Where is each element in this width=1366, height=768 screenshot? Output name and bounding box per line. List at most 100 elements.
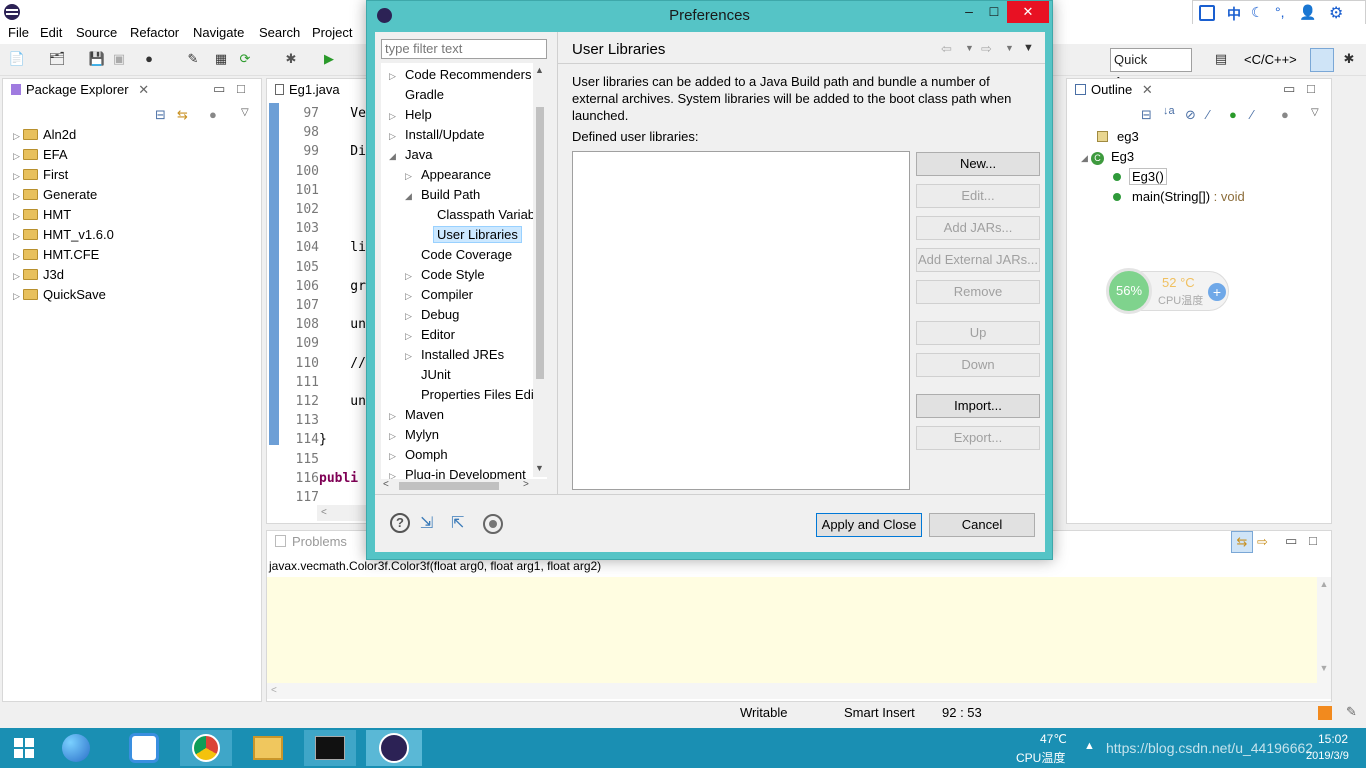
horizontal-scrollbar[interactable]: < [267,683,1331,699]
add-jars-button[interactable]: Add JARs... [916,216,1040,240]
code-line[interactable]: } [319,432,327,447]
menu-file[interactable]: File [4,24,33,44]
expand-icon[interactable]: ▷ [389,406,401,426]
preference-node[interactable]: JUnit [405,365,455,385]
preference-node[interactable]: ▷ Editor [405,325,459,345]
project-item[interactable]: ▷ HMT_v1.6.0 [13,225,114,245]
scroll-thumb[interactable] [536,107,544,379]
code-line[interactable]: // [319,356,366,371]
cancel-button[interactable]: Cancel [929,513,1035,537]
preference-node[interactable]: ▷ Appearance [405,165,495,185]
expand-icon[interactable]: ▷ [389,66,401,86]
export-icon[interactable]: ⇨ [1257,534,1268,550]
perspective-java-icon[interactable] [1310,48,1334,72]
preference-node[interactable]: ▷ Help [389,105,436,125]
preference-node[interactable]: Code Coverage [405,245,516,265]
code-line[interactable]: publi [319,471,358,486]
outline-item-constructor[interactable]: Eg3() [1113,167,1167,187]
apply-and-close-button[interactable]: Apply and Close [816,513,922,537]
record-icon[interactable] [483,514,503,534]
add-external-jars-button[interactable]: Add External JARs... [916,248,1040,272]
assistant-app-icon[interactable] [52,730,100,766]
expand-icon[interactable]: ▷ [389,106,401,126]
debug-icon[interactable]: ✱ [282,50,300,68]
new-project-icon[interactable]: 🗂 [48,50,66,68]
expand-icon[interactable]: ▷ [389,446,401,466]
new-button[interactable]: New... [916,152,1040,176]
sort-icon[interactable]: ↓a [1163,105,1175,117]
clean-icon[interactable]: ✎ [1346,704,1357,720]
outline-item-package[interactable]: eg3 [1097,127,1139,147]
problems-tab[interactable]: Problems [269,531,365,553]
user-profile-icon[interactable]: ● [140,50,158,68]
outline-item-main[interactable]: main(String[]) : void [1113,187,1245,207]
windows-start-icon[interactable] [0,730,48,766]
filter-icon[interactable]: ● [209,107,217,122]
hide-static-icon[interactable]: ⁄ [1207,107,1209,122]
user-icon[interactable]: 👤 [1299,4,1316,21]
preference-node[interactable]: ▷ Mylyn [389,425,443,445]
expand-icon[interactable]: ▷ [13,166,23,186]
refresh-icon[interactable]: ⟳ [236,50,254,68]
menu-navigate[interactable]: Navigate [189,24,248,44]
run-icon[interactable]: ▶ [320,50,338,68]
project-item[interactable]: ▷ First [13,165,68,185]
outline-tab[interactable]: Outline ✕ [1069,79,1159,101]
close-window-button[interactable]: ✕ [1007,1,1049,23]
view-menu-icon[interactable]: ▼ [1023,42,1034,54]
view-menu-icon[interactable]: ▽ [241,107,249,118]
add-icon[interactable]: + [1208,283,1226,301]
build-icon[interactable]: ▦ [212,50,230,68]
preference-node[interactable]: ▷ Debug [405,305,463,325]
code-area[interactable]: 97 Vec 98 99 Dir 100 101 102 103 104 lig 105 106 … [279,103,374,507]
save-icon[interactable]: 💾 [88,50,106,68]
maximize-window-button[interactable]: ☐ [981,1,1007,23]
expand-icon[interactable]: ▷ [13,206,23,226]
preference-node[interactable]: Properties Files Edi [405,385,538,405]
preference-node[interactable]: ▷ Oomph [389,445,452,465]
terminal-icon[interactable] [304,730,356,766]
scroll-thumb[interactable] [399,482,499,490]
expand-icon[interactable]: ▷ [405,266,417,286]
preference-node[interactable]: ▷ Code Recommenders [389,65,535,85]
link-icon[interactable]: ⇆ [1231,531,1253,553]
preference-node[interactable]: ◢ Java [389,145,436,165]
hide-nonpublic-icon[interactable]: ● [1229,107,1237,122]
hide-fields-icon[interactable]: ⊘ [1185,107,1196,123]
import-preferences-icon[interactable]: ⇲ [420,513,442,533]
forward-icon[interactable]: ⇨ [981,41,992,57]
vertical-scrollbar[interactable]: ▲ ▼ [533,63,547,477]
save-all-icon[interactable]: ▣ [110,50,128,68]
editor-tab[interactable]: Eg1.java [269,79,367,101]
expand-icon[interactable]: ◢ [389,146,401,166]
expand-icon[interactable]: ▷ [13,186,23,206]
minimize-icon[interactable]: ▭ [1285,533,1297,549]
expand-icon[interactable]: ▷ [405,166,417,186]
export-preferences-icon[interactable]: ⇱ [451,513,473,533]
expand-icon[interactable]: ▷ [389,126,401,146]
chrome-icon[interactable] [180,730,232,766]
expand-icon[interactable]: ▷ [13,266,23,286]
close-icon[interactable]: ✕ [138,82,149,97]
expand-icon[interactable]: ◢ [405,186,417,206]
quick-access-input[interactable]: Quick Access [1110,48,1192,89]
up-button[interactable]: Up [916,321,1040,345]
horizontal-scrollbar[interactable]: < > [381,479,533,493]
minimize-icon[interactable]: ▭ [1283,81,1295,97]
new-file-icon[interactable]: 📄 [8,50,26,68]
outline-item-class[interactable]: ◢ C Eg3 [1081,147,1134,167]
horizontal-scrollbar[interactable]: < [317,505,367,521]
expand-icon[interactable]: ▷ [13,246,23,266]
gear-icon[interactable]: ⚙ [1329,3,1343,23]
import-button[interactable]: Import... [916,394,1040,418]
minimize-window-button[interactable]: – [957,1,981,23]
collapse-all-icon[interactable]: ⊟ [155,107,166,123]
down-button[interactable]: Down [916,353,1040,377]
eclipse-taskbar-icon[interactable] [366,730,422,766]
expand-icon[interactable]: ▷ [405,286,417,306]
view-menu-icon[interactable]: ▽ [1311,107,1319,118]
vertical-scrollbar[interactable]: ▲ ▼ [1317,577,1331,683]
project-item[interactable]: ▷ Aln2d [13,125,76,145]
filter-input[interactable]: type filter text [381,39,547,59]
project-item[interactable]: ▷ J3d [13,265,64,285]
